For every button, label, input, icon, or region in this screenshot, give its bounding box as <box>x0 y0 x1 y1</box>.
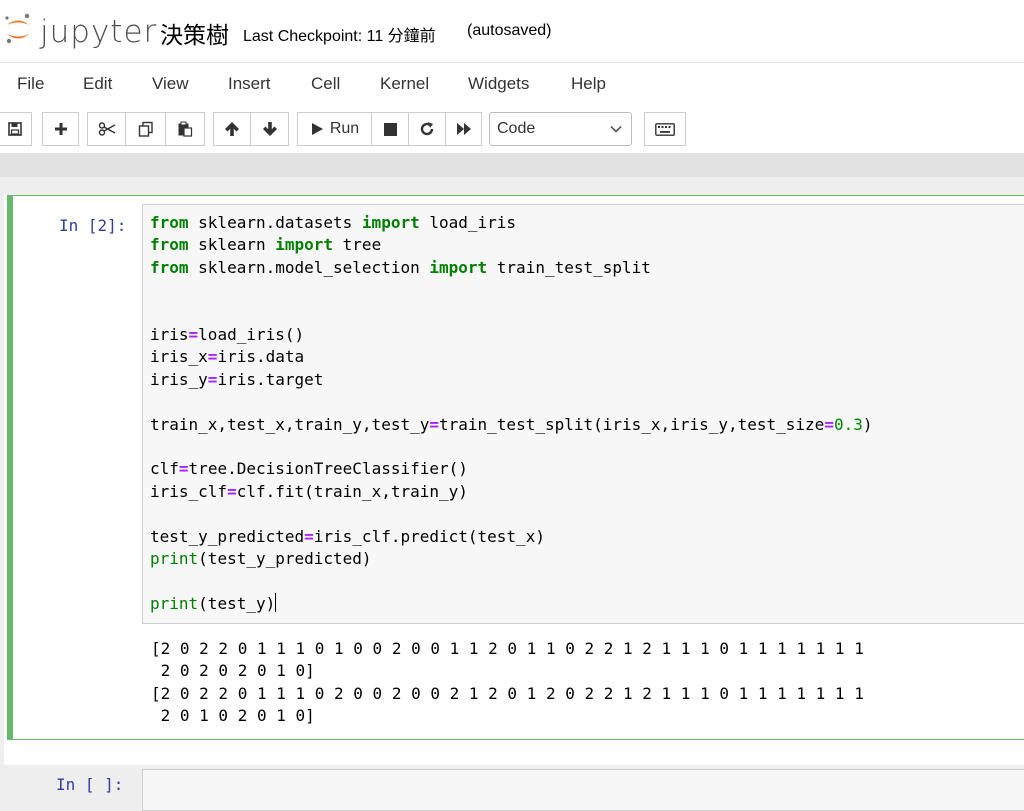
operator: = <box>304 526 314 546</box>
plus-icon <box>54 123 67 135</box>
cell-output: [2 0 2 2 0 1 1 1 0 1 0 0 2 0 0 1 1 2 0 1… <box>151 638 864 728</box>
notebook-page: In [2]: from sklearn.datasets import loa… <box>4 195 1024 811</box>
arrow-up-icon <box>225 122 239 136</box>
code-line: print(test_y_predicted) <box>150 549 372 569</box>
cell-type-select[interactable]: Code <box>489 112 632 146</box>
run-all-button[interactable] <box>445 112 482 146</box>
code-line: iris=load_iris() <box>150 325 305 345</box>
code-line: train_x,test_x,train_y,test_y=train_test… <box>150 414 873 434</box>
output-line: 2 0 1 0 2 0 1 0] <box>151 706 315 726</box>
number-literal: 0.3 <box>833 414 863 434</box>
chevron-down-icon <box>610 125 622 133</box>
paste-button[interactable] <box>165 112 205 146</box>
menu-bar: File Edit View Insert Cell Kernel Widget… <box>0 62 1024 106</box>
keyword: from <box>150 213 189 232</box>
menu-file[interactable]: File <box>17 74 44 94</box>
operator: = <box>188 325 199 345</box>
code-editor[interactable]: from sklearn.datasets import load_iris f… <box>142 204 1024 624</box>
checkpoint-status: Last Checkpoint: 11 分鐘前 <box>243 28 436 45</box>
builtin: print <box>150 549 199 569</box>
operator: = <box>207 369 218 389</box>
jupyter-logo[interactable]: jupyter <box>0 10 156 50</box>
cell-type-value: Code <box>497 120 536 137</box>
command-palette-button[interactable] <box>644 112 686 146</box>
notebook-title[interactable]: 決策樹 <box>160 16 229 50</box>
output-line: 2 0 2 0 2 0 1 0] <box>151 661 315 681</box>
keyword: import <box>275 235 334 255</box>
next-code-editor[interactable] <box>142 769 1024 811</box>
keyword: import <box>429 257 488 277</box>
operator: = <box>178 459 189 479</box>
run-button[interactable]: Run <box>297 112 372 146</box>
code-line: print(test_y) <box>150 592 277 613</box>
logo-text: jupyter <box>40 14 158 50</box>
operator: = <box>824 414 834 434</box>
notebook-container: In [2]: from sklearn.datasets import loa… <box>0 177 1024 811</box>
arrow-down-icon <box>262 122 277 136</box>
keyword: from <box>150 235 189 255</box>
code-line: from sklearn import tree <box>150 235 382 255</box>
code-line: iris_y=iris.target <box>150 369 324 389</box>
toolbar-divider <box>0 153 1024 177</box>
cut-button[interactable] <box>87 112 126 146</box>
output-line: [2 0 2 2 0 1 1 1 0 2 0 0 2 0 0 2 1 2 0 1… <box>151 683 864 703</box>
interrupt-button[interactable] <box>371 112 409 146</box>
code-line: iris_clf=clf.fit(train_x,train_y) <box>150 481 468 501</box>
code-line: from sklearn.datasets import load_iris <box>150 213 517 232</box>
notebook-header: jupyter 決策樹 Last Checkpoint: 11 分鐘前 (aut… <box>0 0 1024 62</box>
move-up-button[interactable] <box>213 112 251 146</box>
keyboard-icon <box>655 122 675 136</box>
next-cell-prompt: In [ ]: <box>56 775 124 794</box>
menu-edit[interactable]: Edit <box>83 74 112 94</box>
code-line: iris_x=iris.data <box>150 347 305 367</box>
menu-view[interactable]: View <box>152 74 189 94</box>
jupyter-logo-icon <box>5 13 30 44</box>
cell-prompt: In [2]: <box>59 216 127 235</box>
move-down-button[interactable] <box>250 112 289 146</box>
restart-button[interactable] <box>408 112 446 146</box>
text-cursor <box>275 592 277 612</box>
code-text: from sklearn.datasets import load_iris f… <box>150 212 873 615</box>
code-line: clf=tree.DecisionTreeClassifier() <box>150 459 468 479</box>
output-line: [2 0 2 2 0 1 1 1 0 1 0 0 2 0 0 1 1 2 0 1… <box>151 639 864 658</box>
autosave-status: (autosaved) <box>467 22 552 39</box>
operator: = <box>227 481 237 501</box>
stop-icon <box>383 122 397 136</box>
run-label: Run <box>329 120 360 137</box>
keyword: import <box>361 213 420 232</box>
menu-kernel[interactable]: Kernel <box>380 74 429 94</box>
menu-insert[interactable]: Insert <box>228 74 271 94</box>
paste-icon <box>178 121 193 137</box>
fast-forward-icon <box>456 123 471 135</box>
code-line: test_y_predicted=iris_clf.predict(test_x… <box>150 526 545 546</box>
copy-button[interactable] <box>125 112 166 146</box>
toolbar: Run Code <box>0 105 1024 153</box>
code-cell-selected[interactable]: In [2]: from sklearn.datasets import loa… <box>7 195 1024 740</box>
restart-icon <box>420 122 434 136</box>
operator: = <box>429 414 439 434</box>
play-icon <box>311 123 323 135</box>
scissors-icon <box>98 122 115 136</box>
operator: = <box>207 347 218 367</box>
keyword: from <box>150 257 189 277</box>
copy-icon <box>138 121 153 137</box>
builtin: print <box>150 593 199 613</box>
save-icon <box>8 122 22 136</box>
save-button[interactable] <box>0 112 32 146</box>
menu-cell[interactable]: Cell <box>311 74 340 94</box>
code-line: from sklearn.model_selection import trai… <box>150 257 651 277</box>
menu-help[interactable]: Help <box>571 74 606 94</box>
menu-widgets[interactable]: Widgets <box>468 74 529 94</box>
insert-cell-button[interactable] <box>42 112 79 146</box>
